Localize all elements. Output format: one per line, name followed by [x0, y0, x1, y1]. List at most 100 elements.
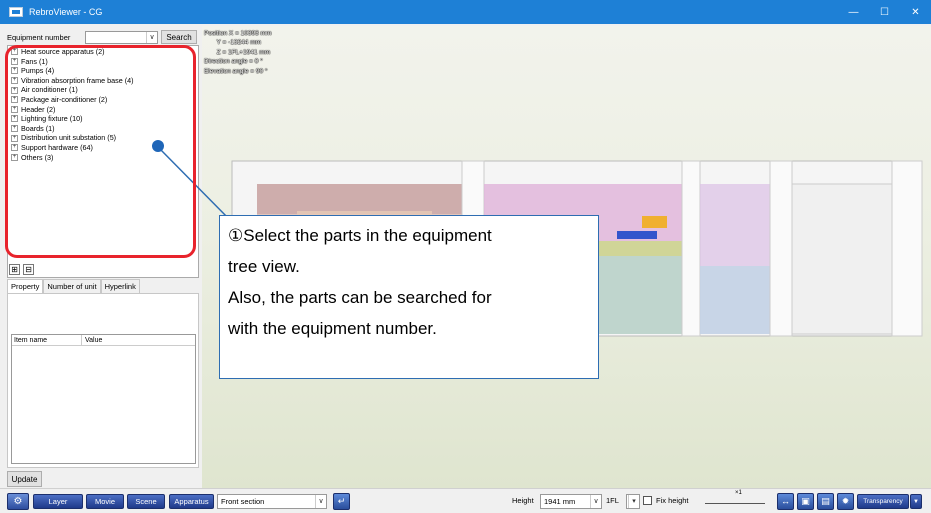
enter-icon[interactable]: ↵: [333, 493, 350, 510]
height-select[interactable]: 1941 mm ∨: [540, 494, 602, 509]
minimize-button[interactable]: —: [838, 0, 869, 24]
callout-line-2: tree view.: [228, 257, 300, 276]
app-logo-icon: [9, 7, 23, 17]
column-4: [891, 160, 923, 337]
scene-button[interactable]: Scene: [127, 494, 165, 509]
search-row: Equipment number ∨ Search: [7, 30, 199, 44]
height-value: 1941 mm: [544, 497, 576, 506]
zoom-slider[interactable]: [705, 503, 765, 504]
equipment-panel: Equipment number ∨ Search + Heat source a…: [7, 28, 199, 488]
floor-select[interactable]: ▾: [626, 494, 640, 509]
tree-item-label: Boards (1): [21, 123, 55, 133]
gear-icon[interactable]: ⚙: [7, 493, 29, 510]
app-window: RebroViewer - CG — ☐ ✕ Equipment number …: [0, 0, 931, 513]
tree-item[interactable]: + Heat source apparatus (2): [8, 47, 198, 57]
window-controls: — ☐ ✕: [838, 0, 931, 24]
tree-item-label: Support hardware (64): [21, 142, 93, 152]
chevron-down-icon[interactable]: ▼: [910, 494, 922, 509]
tree-item[interactable]: + Lighting fixture (10): [8, 114, 198, 124]
property-grid[interactable]: Item name Value: [11, 334, 196, 464]
tree-item-label: Others (3): [21, 152, 54, 162]
callout-line-1: ①Select the parts in the equipment: [228, 226, 492, 245]
expand-plus-icon[interactable]: +: [11, 86, 18, 94]
tree-item[interactable]: + Others (3): [8, 153, 198, 163]
tree-item-label: Package air-conditioner (2): [21, 94, 108, 104]
tree-item[interactable]: + Air conditioner (1): [8, 85, 198, 95]
tree-item-label: Pumps (4): [21, 66, 55, 76]
zoom-label: ×1: [735, 490, 742, 496]
expand-plus-icon[interactable]: +: [11, 134, 18, 142]
equipment-number-label: Equipment number: [7, 32, 71, 42]
window-title: RebroViewer - CG: [29, 7, 103, 17]
value-column: Value: [85, 337, 103, 344]
tree-item-label: Heat source apparatus (2): [21, 47, 105, 56]
close-button[interactable]: ✕: [900, 0, 931, 24]
equipment-tree[interactable]: + Heat source apparatus (2) + Fans (1) + Pump…: [7, 45, 199, 278]
layer-button[interactable]: Layer: [33, 494, 83, 509]
move-arrows-icon[interactable]: ↔: [777, 493, 794, 510]
room-4: [791, 183, 893, 335]
chevron-down-icon[interactable]: ▾: [628, 495, 639, 508]
collapse-all-button[interactable]: ⊟: [23, 264, 34, 275]
tree-item[interactable]: + Distribution unit substation (5): [8, 133, 198, 143]
fix-height-checkbox[interactable]: [643, 496, 652, 505]
tree-item-label: Vibration absorption frame base (4): [21, 75, 134, 85]
chevron-down-icon[interactable]: ∨: [146, 31, 157, 43]
tree-item-label: Air conditioner (1): [21, 85, 78, 95]
property-panel: Item name Value: [7, 293, 199, 468]
bottom-toolbar: ⚙ Layer Movie Scene Apparatus Front sect…: [0, 488, 931, 513]
tree-item[interactable]: + Pumps (4): [8, 66, 198, 76]
tree-item[interactable]: + Package air-conditioner (2): [8, 95, 198, 105]
floor-value: 1FL: [606, 496, 619, 505]
height-label: Height: [512, 496, 534, 505]
equipment-block: [642, 216, 667, 228]
movie-button[interactable]: Movie: [86, 494, 124, 509]
update-button[interactable]: Update: [7, 471, 42, 487]
tab-property[interactable]: Property: [7, 279, 44, 293]
tree-item[interactable]: + Vibration absorption frame base (4): [8, 76, 198, 86]
tree-item-label: Header (2): [21, 104, 56, 114]
tree-item[interactable]: + Support hardware (64): [8, 143, 198, 153]
property-grid-header: Item name Value: [12, 335, 195, 346]
transparency-select[interactable]: Transparency: [857, 494, 909, 509]
equipment-number-combo[interactable]: ∨: [85, 30, 158, 44]
callout-line-4: with the equipment number.: [228, 319, 437, 338]
expand-plus-icon[interactable]: +: [11, 57, 18, 65]
section-select[interactable]: Front section ∨: [217, 494, 327, 509]
print-icon[interactable]: ▤: [817, 493, 834, 510]
apparatus-button[interactable]: Apparatus: [169, 494, 214, 509]
search-button[interactable]: Search: [161, 30, 197, 44]
title-bar: RebroViewer - CG — ☐ ✕: [0, 0, 931, 24]
expand-plus-icon[interactable]: +: [11, 96, 18, 104]
expand-plus-icon[interactable]: +: [11, 115, 18, 123]
callout-line-3: Also, the parts can be searched for: [228, 288, 492, 307]
expand-plus-icon[interactable]: +: [11, 48, 18, 56]
tree-expand-controls: ⊞ ⊟: [9, 264, 34, 275]
expand-plus-icon[interactable]: +: [11, 125, 18, 133]
room-1-ceiling: [257, 184, 462, 214]
fix-height-label: Fix height: [656, 496, 689, 505]
expand-plus-icon[interactable]: +: [11, 77, 18, 85]
camera-icon[interactable]: ▣: [797, 493, 814, 510]
chevron-down-icon[interactable]: ∨: [590, 495, 601, 508]
tab-hyperlink[interactable]: Hyperlink: [100, 279, 140, 293]
tree-item-label: Distribution unit substation (5): [21, 133, 117, 143]
expand-plus-icon[interactable]: +: [11, 105, 18, 113]
chevron-down-icon[interactable]: ∨: [315, 495, 326, 508]
column-2: [681, 160, 701, 337]
tree-item[interactable]: + Boards (1): [8, 124, 198, 134]
expand-plus-icon[interactable]: +: [11, 144, 18, 152]
instruction-callout: ①Select the parts in the equipment tree …: [219, 215, 599, 379]
tab-number-of-unit[interactable]: Number of unit: [43, 279, 101, 293]
expand-plus-icon[interactable]: +: [11, 67, 18, 75]
tree-item[interactable]: + Header (2): [8, 105, 198, 115]
maximize-button[interactable]: ☐: [869, 0, 900, 24]
tree-item-label: Fans (1): [21, 56, 48, 66]
property-tabs: Property Number of unit Hyperlink: [7, 279, 140, 293]
tree-item[interactable]: + Fans (1): [8, 57, 198, 67]
settings-icon[interactable]: ✹: [837, 493, 854, 510]
room-3-lower: [700, 266, 770, 334]
pipe-segment: [617, 231, 657, 239]
expand-all-button[interactable]: ⊞: [9, 264, 20, 275]
expand-plus-icon[interactable]: +: [11, 153, 18, 161]
